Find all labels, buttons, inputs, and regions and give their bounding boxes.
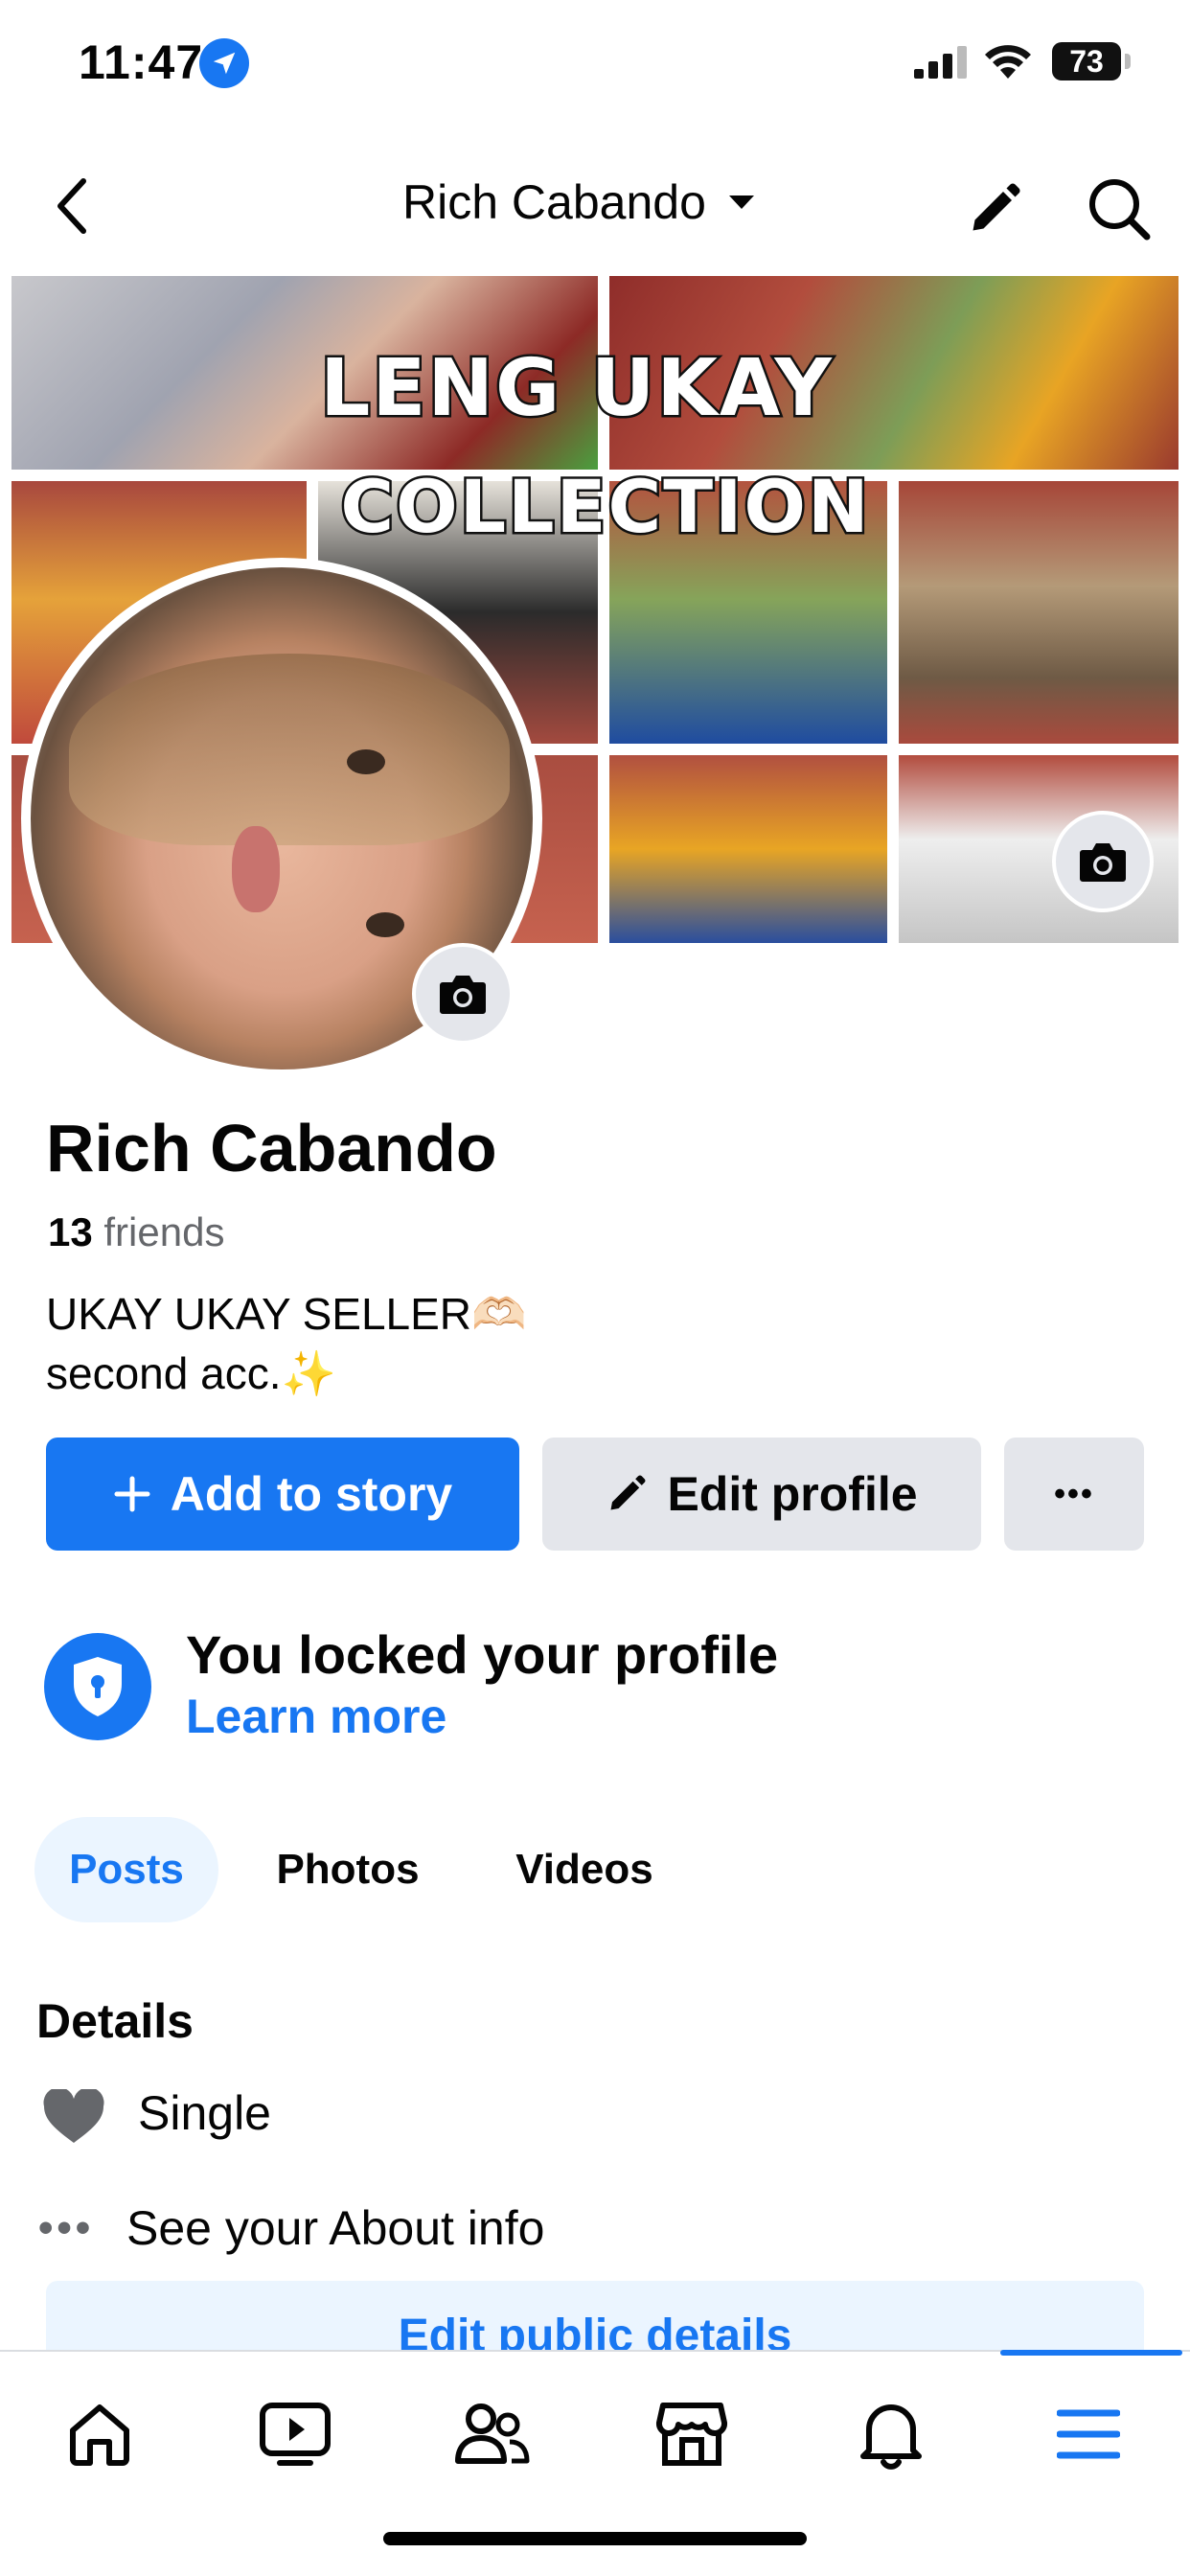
pencil-icon — [610, 1475, 646, 1510]
relationship-status: Single — [138, 2086, 271, 2140]
friends-label: friends — [92, 1209, 225, 1254]
bio-line-2: second acc.✨ — [46, 1348, 336, 1398]
cover-tile — [609, 755, 887, 943]
tab-photos[interactable]: Photos — [245, 1817, 450, 1922]
marketplace-icon — [655, 2403, 728, 2466]
add-to-story-button[interactable]: Add to story — [46, 1438, 519, 1551]
friends-count[interactable]: 13 friends — [48, 1209, 224, 1255]
active-tab-indicator — [1000, 2350, 1182, 2356]
location-arrow-icon — [199, 38, 249, 88]
menu-icon — [1057, 2409, 1120, 2459]
camera-icon — [440, 976, 486, 1014]
cover-title-line2: COLLECTION — [338, 462, 871, 552]
cellular-signal-icon — [914, 46, 967, 79]
home-tab[interactable] — [52, 2386, 148, 2482]
friends-icon — [455, 2404, 530, 2464]
cover-tile — [899, 481, 1179, 744]
search-button[interactable] — [1081, 171, 1157, 247]
edit-pencil-button[interactable] — [958, 172, 1031, 245]
add-to-story-label: Add to story — [170, 1467, 453, 1521]
battery-tip — [1125, 54, 1131, 69]
camera-icon — [1080, 843, 1126, 882]
marketplace-tab[interactable] — [644, 2386, 740, 2482]
cover-title-line1: LENG UKAY — [318, 341, 835, 437]
locked-profile-title: You locked your profile — [186, 1624, 779, 1685]
edit-profile-button[interactable]: Edit profile — [542, 1438, 981, 1551]
back-button[interactable] — [42, 172, 100, 240]
wifi-icon — [985, 45, 1031, 79]
avatar-hair — [69, 654, 510, 845]
nav-title: Rich Cabando — [402, 175, 706, 229]
plus-icon — [114, 1476, 150, 1512]
video-tab[interactable] — [247, 2386, 343, 2482]
see-about-info-link[interactable]: See your About info — [126, 2200, 544, 2256]
status-bar: 11:47 73 — [0, 0, 1190, 134]
tab-videos[interactable]: Videos — [479, 1817, 690, 1922]
avatar-lips — [232, 826, 280, 912]
menu-tab[interactable] — [1041, 2386, 1136, 2482]
caret-down-icon — [728, 196, 754, 209]
tab-posts[interactable]: Posts — [34, 1817, 218, 1922]
heart-icon — [43, 2089, 104, 2143]
video-icon — [260, 2403, 331, 2466]
home-indicator — [383, 2532, 807, 2545]
more-dots-icon: ••• — [38, 2204, 95, 2251]
edit-profile-label: Edit profile — [667, 1467, 918, 1521]
locked-shield-icon — [44, 1633, 151, 1740]
more-dots-icon: ••• — [1054, 1475, 1094, 1512]
avatar-eye — [347, 749, 385, 774]
friends-number: 13 — [48, 1209, 93, 1254]
pencil-icon — [973, 183, 1020, 231]
notifications-icon — [860, 2404, 922, 2470]
friends-tab[interactable] — [445, 2386, 540, 2482]
profile-switcher[interactable]: Rich Cabando — [402, 174, 756, 230]
edit-cover-photo-button[interactable] — [1052, 811, 1154, 912]
learn-more-link[interactable]: Learn more — [186, 1689, 446, 1744]
edit-profile-picture-button[interactable] — [412, 943, 514, 1045]
home-icon — [70, 2404, 129, 2466]
details-heading: Details — [36, 1994, 194, 2048]
profile-name: Rich Cabando — [46, 1111, 497, 1185]
battery-level: 73 — [1069, 44, 1104, 79]
bio-line-1: UKAY UKAY SELLER🫶🏻 — [46, 1289, 527, 1339]
more-options-button[interactable]: ••• — [1004, 1438, 1144, 1551]
battery-icon: 73 — [1052, 42, 1121, 80]
top-nav-bar: Rich Cabando — [0, 144, 1190, 268]
avatar-eye — [366, 912, 404, 937]
notifications-tab[interactable] — [843, 2386, 939, 2482]
status-time: 11:47 — [79, 35, 204, 89]
search-icon — [1089, 179, 1151, 241]
chevron-left-icon — [57, 178, 86, 234]
